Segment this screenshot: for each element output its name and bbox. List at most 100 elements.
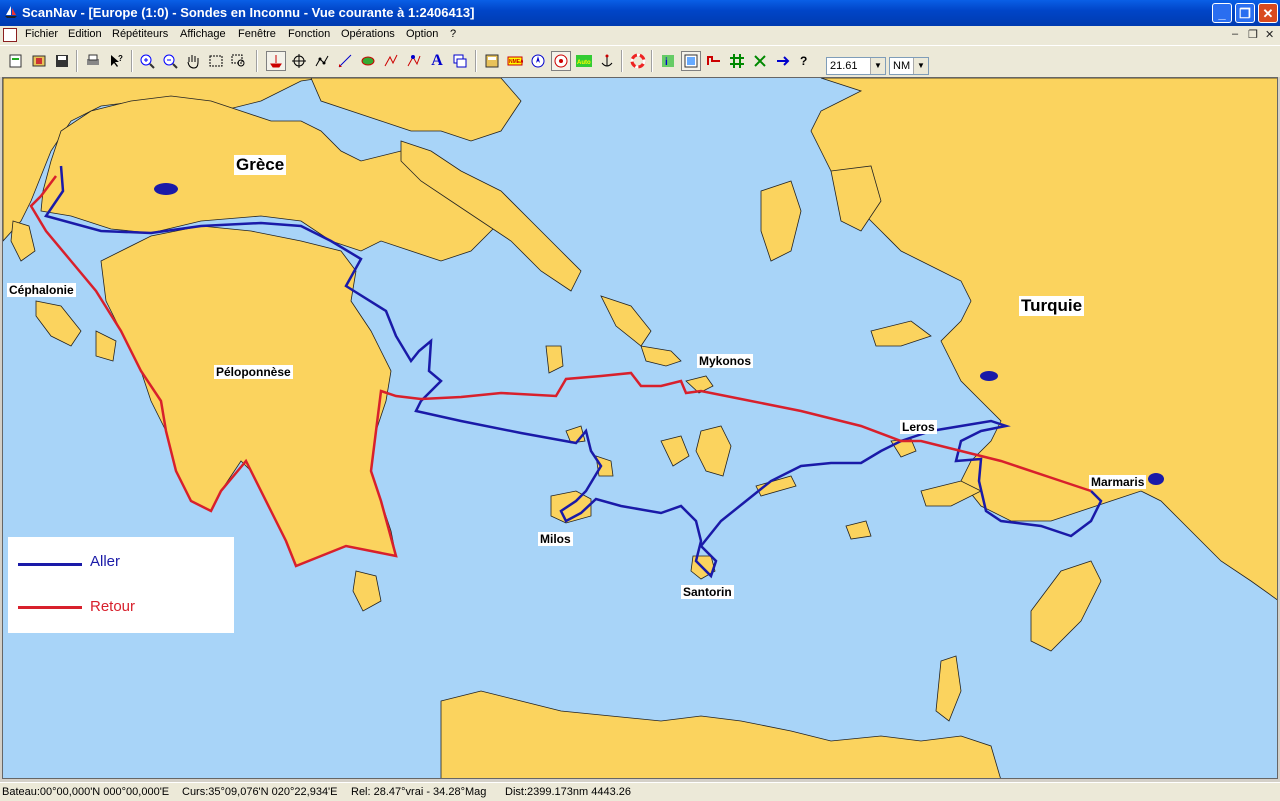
menu-affichage[interactable]: Affichage xyxy=(180,28,226,40)
zoom-in-icon[interactable] xyxy=(137,51,157,71)
status-distance: Dist:2399.173nm 4443.26 xyxy=(505,786,631,798)
menu-edition[interactable]: Edition xyxy=(68,28,102,40)
legend-retour-label: Retour xyxy=(90,598,136,615)
measure-icon[interactable] xyxy=(335,51,355,71)
label-marmaris: Marmaris xyxy=(1089,475,1147,489)
label-grece: Grèce xyxy=(234,155,287,175)
land-ithaca xyxy=(10,220,36,262)
svg-text:Auto: Auto xyxy=(577,60,591,66)
land-kythera xyxy=(352,570,382,612)
label-peloponnese: Péloponnèse xyxy=(214,365,293,379)
separator xyxy=(256,50,258,72)
nmea-icon[interactable]: NMEA xyxy=(505,51,525,71)
status-cursor: Curs:35°09,076'N 020°22,934'E xyxy=(182,786,338,798)
svg-text:i: i xyxy=(665,57,668,68)
help-pointer-icon[interactable]: ? xyxy=(106,51,126,71)
center-crosshair-icon[interactable] xyxy=(289,51,309,71)
separator xyxy=(475,50,477,72)
help-icon[interactable]: ? xyxy=(796,51,816,71)
land-chios xyxy=(760,180,802,262)
route-icon[interactable] xyxy=(312,51,332,71)
status-bateau: Bateau:00°00,000'N 000°00,000'E xyxy=(2,786,170,798)
minimize-button[interactable]: _ xyxy=(1212,3,1232,23)
land-thessaly xyxy=(310,78,522,142)
lake xyxy=(980,371,998,381)
land-zakynthos xyxy=(95,330,117,362)
track-icon[interactable] xyxy=(381,51,401,71)
land-naxos xyxy=(695,425,732,477)
menu-fichier[interactable]: Fichier xyxy=(25,28,58,40)
tide-icon[interactable] xyxy=(704,51,724,71)
waypoint-icon[interactable] xyxy=(358,51,378,71)
layers-icon[interactable] xyxy=(450,51,470,71)
land-astypalea xyxy=(845,520,872,540)
chart-icon[interactable] xyxy=(681,51,701,71)
legend-aller-line xyxy=(18,563,82,566)
sailboat-icon xyxy=(5,6,17,18)
text-icon[interactable]: A xyxy=(427,51,447,71)
pan-hand-icon[interactable] xyxy=(183,51,203,71)
mdi-close-button[interactable]: ✕ xyxy=(1265,28,1274,41)
legend-retour-line xyxy=(18,606,82,609)
document-icon[interactable] xyxy=(3,28,17,42)
boat-icon[interactable] xyxy=(266,51,286,71)
lifebuoy-icon[interactable] xyxy=(628,51,648,71)
menu-option[interactable]: Option xyxy=(406,28,438,40)
zoom-combo[interactable]: 21.61 ▼ xyxy=(826,57,886,75)
land-paros xyxy=(660,435,690,467)
separator xyxy=(621,50,623,72)
menu-fenetre[interactable]: Fenêtre xyxy=(238,28,276,40)
mdi-minimize-button[interactable]: – xyxy=(1232,28,1238,40)
land-cephalonia xyxy=(35,300,82,347)
zoom-rect-icon[interactable] xyxy=(229,51,249,71)
toolbar: ? A NMEA Auto i ? 21.61 ▼ NM ▼ xyxy=(0,45,1280,100)
edit-route-icon[interactable] xyxy=(404,51,424,71)
menu-operations[interactable]: Opérations xyxy=(341,28,395,40)
anchor-icon[interactable] xyxy=(597,51,617,71)
nmea-repeater-icon[interactable] xyxy=(482,51,502,71)
select-rect-icon[interactable] xyxy=(206,51,226,71)
zoom-out-icon[interactable] xyxy=(160,51,180,71)
lake xyxy=(154,183,178,195)
info-icon[interactable]: i xyxy=(658,51,678,71)
restore-button[interactable]: ❐ xyxy=(1235,3,1255,23)
chevron-down-icon[interactable]: ▼ xyxy=(870,58,885,74)
land-kea xyxy=(545,345,564,374)
land-crete xyxy=(440,690,1001,778)
svg-text:NMEA: NMEA xyxy=(509,59,523,65)
status-bar: Bateau:00°00,000'N 000°00,000'E Curs:35°… xyxy=(0,782,1280,801)
close-button[interactable]: ✕ xyxy=(1258,3,1278,23)
zoom-value: 21.61 xyxy=(830,60,858,72)
menu-repetiteurs[interactable]: Répétiteurs xyxy=(112,28,168,40)
label-mykonos: Mykonos xyxy=(697,354,754,368)
svg-text:?: ? xyxy=(118,54,123,63)
land-karpathos xyxy=(935,655,962,722)
course-up-icon[interactable] xyxy=(551,51,571,71)
mdi-restore-button[interactable]: ❐ xyxy=(1248,28,1258,41)
chevron-down-icon[interactable]: ▼ xyxy=(913,58,928,74)
legend-aller-label: Aller xyxy=(90,553,121,570)
sail-icon[interactable] xyxy=(750,51,770,71)
chart-map[interactable]: Grèce Turquie Céphalonie Péloponnèse Myk… xyxy=(2,77,1278,779)
open-icon[interactable] xyxy=(29,51,49,71)
nautical-chart[interactable] xyxy=(3,78,1278,779)
land-sifnos xyxy=(595,455,614,477)
menu-fonction[interactable]: Fonction xyxy=(288,28,330,40)
separator xyxy=(131,50,133,72)
wind-arrow-icon[interactable] xyxy=(773,51,793,71)
land-andros xyxy=(600,295,652,347)
print-icon[interactable] xyxy=(83,51,103,71)
menu-help[interactable]: ? xyxy=(450,28,456,40)
label-leros: Leros xyxy=(900,420,937,434)
svg-text:?: ? xyxy=(800,54,807,68)
save-icon[interactable] xyxy=(52,51,72,71)
label-milos: Milos xyxy=(538,532,573,546)
new-icon[interactable] xyxy=(6,51,26,71)
land-samos xyxy=(870,320,932,347)
window-title: ScanNav - [Europe (1:0) - Sondes en Inco… xyxy=(22,5,475,20)
lake xyxy=(1148,473,1164,485)
unit-combo[interactable]: NM ▼ xyxy=(889,57,929,75)
north-up-icon[interactable] xyxy=(528,51,548,71)
auto-icon[interactable]: Auto xyxy=(574,51,594,71)
grid-icon[interactable] xyxy=(727,51,747,71)
